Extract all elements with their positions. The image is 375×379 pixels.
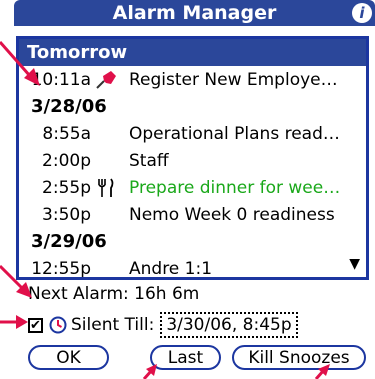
last-button[interactable]: Last	[150, 345, 221, 370]
alarm-description: Nemo Week 0 readiness	[129, 204, 335, 225]
alarm-time: 12:55p	[31, 258, 91, 279]
ok-button[interactable]: OK	[28, 345, 109, 370]
app-title: Alarm Manager	[112, 2, 277, 24]
alarm-list[interactable]: Tomorrow 10:11a Register New Employe… 3/28/…	[16, 36, 369, 280]
alarm-row[interactable]: 2:55p Prepare dinner for wee…	[19, 174, 366, 201]
alarm-row[interactable]: 8:55a Operational Plans read…	[19, 120, 366, 147]
alarm-time: 10:11a	[31, 69, 91, 90]
alarm-row[interactable]: 2:00p Staff	[19, 147, 366, 174]
alarm-description: Operational Plans read…	[129, 123, 340, 144]
clock-icon	[49, 316, 67, 334]
pushpin-icon	[93, 70, 129, 90]
next-alarm-status: Next Alarm: 16h 6m	[28, 284, 200, 304]
scroll-down-icon[interactable]: ▼	[349, 256, 360, 272]
day-header: 3/28/06	[31, 96, 107, 117]
alarm-time: 2:55p	[42, 177, 91, 198]
info-icon[interactable]: i	[352, 3, 372, 23]
silent-till-label: Silent Till:	[71, 315, 155, 335]
silent-checkbox[interactable]: ✔	[28, 317, 43, 333]
day-header: Tomorrow	[19, 39, 366, 66]
silent-till-selector[interactable]: 3/30/06, 8:45p	[160, 312, 298, 338]
fork-knife-icon	[93, 177, 129, 198]
kill-snoozes-button[interactable]: Kill Snoozes	[232, 345, 366, 370]
alarm-time: 3:50p	[42, 204, 91, 225]
alarm-row[interactable]: 12:55p Andre 1:1	[19, 255, 366, 279]
alarm-description: Register New Employe…	[129, 69, 338, 90]
alarm-time: 8:55a	[42, 123, 91, 144]
alarm-description: Andre 1:1	[129, 258, 213, 279]
annotation-arrow-silent	[0, 315, 28, 329]
alarm-description: Staff	[129, 150, 169, 171]
alarm-row[interactable]: 3:50p Nemo Week 0 readiness	[19, 201, 366, 228]
day-header: 3/29/06	[31, 231, 107, 252]
alarm-description: Prepare dinner for wee…	[129, 177, 341, 198]
title-bar: Alarm Manager i	[14, 0, 375, 26]
alarm-time: 2:00p	[42, 150, 91, 171]
alarm-row[interactable]: 10:11a Register New Employe…	[19, 66, 366, 93]
silent-till-row: ✔ Silent Till: 3/30/06, 8:45p	[28, 312, 298, 338]
